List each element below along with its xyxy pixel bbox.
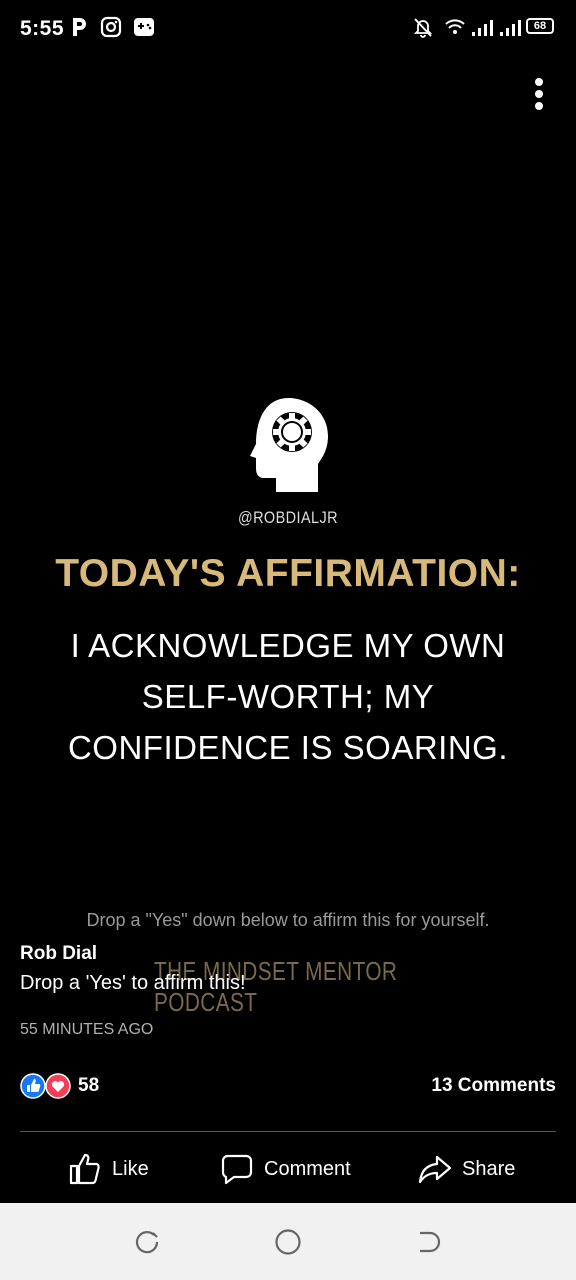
affirmation-line: SELF-WORTH; MY bbox=[141, 678, 435, 715]
share-label: Share bbox=[462, 1157, 516, 1180]
wifi-icon bbox=[445, 19, 465, 34]
battery-icon: 68 bbox=[526, 18, 554, 34]
status-bar: 5:55 68 bbox=[0, 0, 576, 60]
affirmation-line: CONFIDENCE IS SOARING. bbox=[67, 729, 509, 766]
affirmation-body: I ACKNOWLEDGE MY OWN SELF-WORTH; MY CONF… bbox=[0, 620, 576, 773]
signal-icon bbox=[500, 20, 521, 36]
affirmation-title: TODAY'S AFFIRMATION: bbox=[55, 552, 521, 595]
share-arrow-icon bbox=[418, 1155, 452, 1184]
share-button[interactable]: Share bbox=[418, 1150, 515, 1188]
post-author[interactable]: Rob Dial bbox=[20, 943, 97, 965]
comment-icon bbox=[221, 1154, 253, 1185]
more-options-button[interactable] bbox=[532, 78, 546, 114]
parking-icon bbox=[73, 18, 86, 36]
dot-icon bbox=[535, 78, 543, 86]
image-cta-text: Drop a "Yes" down below to affirm this f… bbox=[86, 910, 490, 930]
gamepad-icon bbox=[134, 18, 154, 36]
instagram-icon bbox=[100, 16, 122, 38]
reaction-icons bbox=[20, 1073, 71, 1099]
image-handle: @ROBDIALJR bbox=[237, 508, 339, 527]
head-gear-logo-icon bbox=[250, 398, 328, 492]
like-reaction-icon bbox=[20, 1073, 46, 1099]
bell-off-icon bbox=[413, 18, 433, 38]
recents-icon[interactable] bbox=[134, 1229, 160, 1255]
signal-icon bbox=[472, 20, 493, 36]
back-icon[interactable] bbox=[416, 1229, 442, 1255]
dot-icon bbox=[535, 102, 543, 110]
like-label: Like bbox=[112, 1157, 149, 1180]
post-time: 55 MINUTES AGO bbox=[20, 1021, 154, 1038]
home-icon[interactable] bbox=[274, 1228, 302, 1256]
status-time: 5:55 bbox=[20, 17, 65, 40]
system-navigation-bar bbox=[0, 1203, 576, 1280]
affirmation-line: I ACKNOWLEDGE MY OWN bbox=[70, 627, 506, 664]
comment-button[interactable]: Comment bbox=[220, 1150, 351, 1188]
reaction-count[interactable]: 58 bbox=[78, 1075, 99, 1097]
thumbs-up-icon bbox=[69, 1153, 100, 1185]
reactions-summary[interactable] bbox=[20, 1073, 72, 1099]
like-button[interactable]: Like bbox=[68, 1150, 149, 1188]
post-caption: Drop a 'Yes' to affirm this! bbox=[20, 972, 246, 994]
comments-count[interactable]: 13 Comments bbox=[431, 1075, 556, 1097]
divider bbox=[20, 1131, 556, 1132]
love-reaction-icon bbox=[45, 1073, 71, 1099]
dot-icon bbox=[535, 90, 543, 98]
comment-label: Comment bbox=[264, 1157, 351, 1180]
battery-level: 68 bbox=[533, 20, 547, 32]
